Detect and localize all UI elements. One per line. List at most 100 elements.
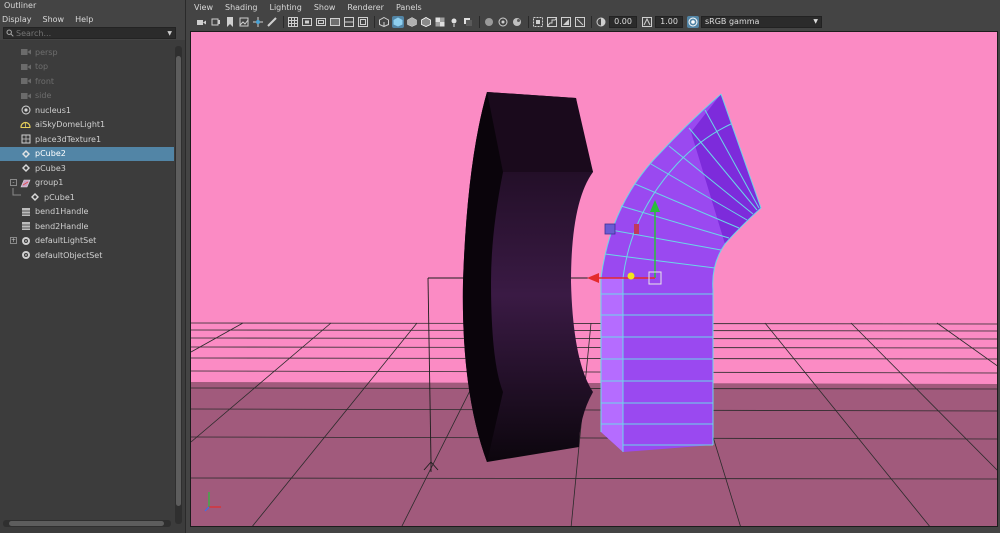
color-space-select[interactable]: sRGB gamma ▼	[701, 16, 822, 28]
outliner-vertical-scrollbar[interactable]	[175, 46, 182, 524]
outliner-item-label: front	[35, 76, 55, 86]
collapse-toggle-icon[interactable]: -	[10, 178, 17, 186]
toolbar-separator	[591, 16, 592, 28]
outliner-item-group1[interactable]: - group1	[0, 176, 174, 191]
outliner-item-label: group1	[35, 178, 64, 188]
outliner-item-top[interactable]: top	[0, 60, 174, 75]
search-box: ▼	[3, 27, 176, 39]
toolbar-separator	[283, 16, 284, 28]
gamma-icon[interactable]	[641, 16, 653, 28]
viewport-scene	[191, 32, 997, 526]
outliner-item-pcube2[interactable]: pCube2	[0, 146, 174, 161]
menu-help[interactable]: Help	[75, 15, 93, 24]
chevron-down-icon: ▼	[813, 18, 818, 25]
outliner-item-label: pCube3	[35, 163, 66, 173]
outliner-item-defaultobjectset[interactable]: defaultObjectSet	[0, 248, 174, 263]
film-gate-icon[interactable]	[301, 16, 313, 28]
menu-view[interactable]: View	[194, 3, 213, 12]
image-plane-icon[interactable]	[238, 16, 250, 28]
outliner-title: Outliner	[0, 0, 185, 12]
outliner-menubar: Display Show Help	[0, 12, 185, 26]
textured-icon[interactable]	[434, 16, 446, 28]
outliner-item-label: side	[35, 91, 52, 101]
toolbar-separator	[479, 16, 480, 28]
search-icon	[6, 29, 14, 37]
outliner-item-side[interactable]: side	[0, 89, 174, 104]
outliner-horizontal-scrollbar[interactable]	[3, 520, 171, 527]
exposure-icon[interactable]	[595, 16, 607, 28]
expand-toggle-icon[interactable]: +	[10, 236, 17, 244]
outliner-item-aiskydomelight1[interactable]: aiSkyDomeLight1	[0, 118, 174, 133]
xray-joints-icon[interactable]	[497, 16, 509, 28]
outliner-item-defaultlightset[interactable]: + defaultLightSet	[0, 234, 174, 249]
color-space-value: sRGB gamma	[705, 17, 760, 26]
toolbar-separator	[374, 16, 375, 28]
outliner-tree: persp top front side nucleus1 aiSkyDomeL…	[0, 45, 174, 263]
grease-pencil-icon[interactable]	[266, 16, 278, 28]
camera-icon	[20, 47, 31, 58]
wireframe-on-shaded-icon[interactable]	[420, 16, 432, 28]
gate-mask-icon[interactable]	[329, 16, 341, 28]
menu-display[interactable]: Display	[2, 15, 32, 24]
nucleus-icon	[20, 105, 31, 116]
two-d-pan-zoom-icon[interactable]	[252, 16, 264, 28]
menu-panels[interactable]: Panels	[396, 3, 422, 12]
outliner-item-label: bend2Handle	[35, 221, 89, 231]
bookmark-icon[interactable]	[224, 16, 236, 28]
camera-icon	[20, 61, 31, 72]
search-input[interactable]	[4, 28, 154, 38]
toolbar-separator	[528, 16, 529, 28]
use-all-lights-icon[interactable]	[448, 16, 460, 28]
scrollbar-thumb[interactable]	[176, 56, 181, 506]
color-management-icon[interactable]	[687, 16, 699, 28]
anti-aliasing-icon[interactable]	[546, 16, 558, 28]
mesh-icon	[29, 192, 40, 203]
isolate-select-icon[interactable]	[532, 16, 544, 28]
panel-menubar: View Shading Lighting Show Renderer Pane…	[188, 0, 1000, 14]
outliner-item-label: defaultLightSet	[35, 236, 97, 246]
viewport-panel: View Shading Lighting Show Renderer Pane…	[188, 0, 1000, 533]
menu-renderer[interactable]: Renderer	[347, 3, 384, 12]
field-chart-icon[interactable]	[343, 16, 355, 28]
outliner-item-label: aiSkyDomeLight1	[35, 120, 106, 130]
gamma-field[interactable]: 1.00	[655, 16, 683, 28]
deformer-handle-icon	[20, 221, 31, 232]
outliner-item-pcube1[interactable]: pCube1	[0, 188, 174, 205]
search-dropdown-icon[interactable]: ▼	[167, 30, 172, 37]
panel-toolbar: 0.00 1.00 sRGB gamma ▼	[188, 14, 1000, 30]
grid-icon[interactable]	[287, 16, 299, 28]
xray-icon[interactable]	[483, 16, 495, 28]
menu-show[interactable]: Show	[43, 15, 65, 24]
3d-viewport[interactable]	[190, 31, 998, 527]
menu-lighting[interactable]: Lighting	[269, 3, 301, 12]
outliner-item-persp[interactable]: persp	[0, 45, 174, 60]
safe-action-icon[interactable]	[357, 16, 369, 28]
exposure-field[interactable]: 0.00	[609, 16, 637, 28]
outliner-item-front[interactable]: front	[0, 74, 174, 89]
default-material-icon[interactable]	[406, 16, 418, 28]
smooth-shade-icon[interactable]	[392, 16, 404, 28]
ambient-occlusion-icon[interactable]	[560, 16, 572, 28]
camera-attributes-icon[interactable]	[210, 16, 222, 28]
outliner-item-label: top	[35, 62, 49, 72]
wireframe-icon[interactable]	[378, 16, 390, 28]
camera-select-icon[interactable]	[196, 16, 208, 28]
outliner-item-pcube3[interactable]: pCube3	[0, 161, 174, 176]
group-icon	[20, 177, 31, 188]
outliner-panel: Outliner Display Show Help ▼ persp top f…	[0, 0, 186, 533]
outliner-item-nucleus1[interactable]: nucleus1	[0, 103, 174, 118]
outliner-item-label: bend1Handle	[35, 207, 89, 217]
outliner-item-place3dtexture1[interactable]: place3dTexture1	[0, 132, 174, 147]
outliner-item-bend2handle[interactable]: bend2Handle	[0, 219, 174, 234]
menu-shading[interactable]: Shading	[225, 3, 258, 12]
outliner-item-bend1handle[interactable]: bend1Handle	[0, 205, 174, 220]
motion-blur-icon[interactable]	[574, 16, 586, 28]
scrollbar-thumb[interactable]	[9, 521, 164, 526]
shadows-icon[interactable]	[462, 16, 474, 28]
outliner-item-label: pCube1	[44, 192, 75, 202]
place3d-texture-icon	[20, 134, 31, 145]
skydome-light-icon	[20, 119, 31, 130]
menu-show[interactable]: Show	[314, 3, 336, 12]
xray-active-components-icon[interactable]	[511, 16, 523, 28]
resolution-gate-icon[interactable]	[315, 16, 327, 28]
